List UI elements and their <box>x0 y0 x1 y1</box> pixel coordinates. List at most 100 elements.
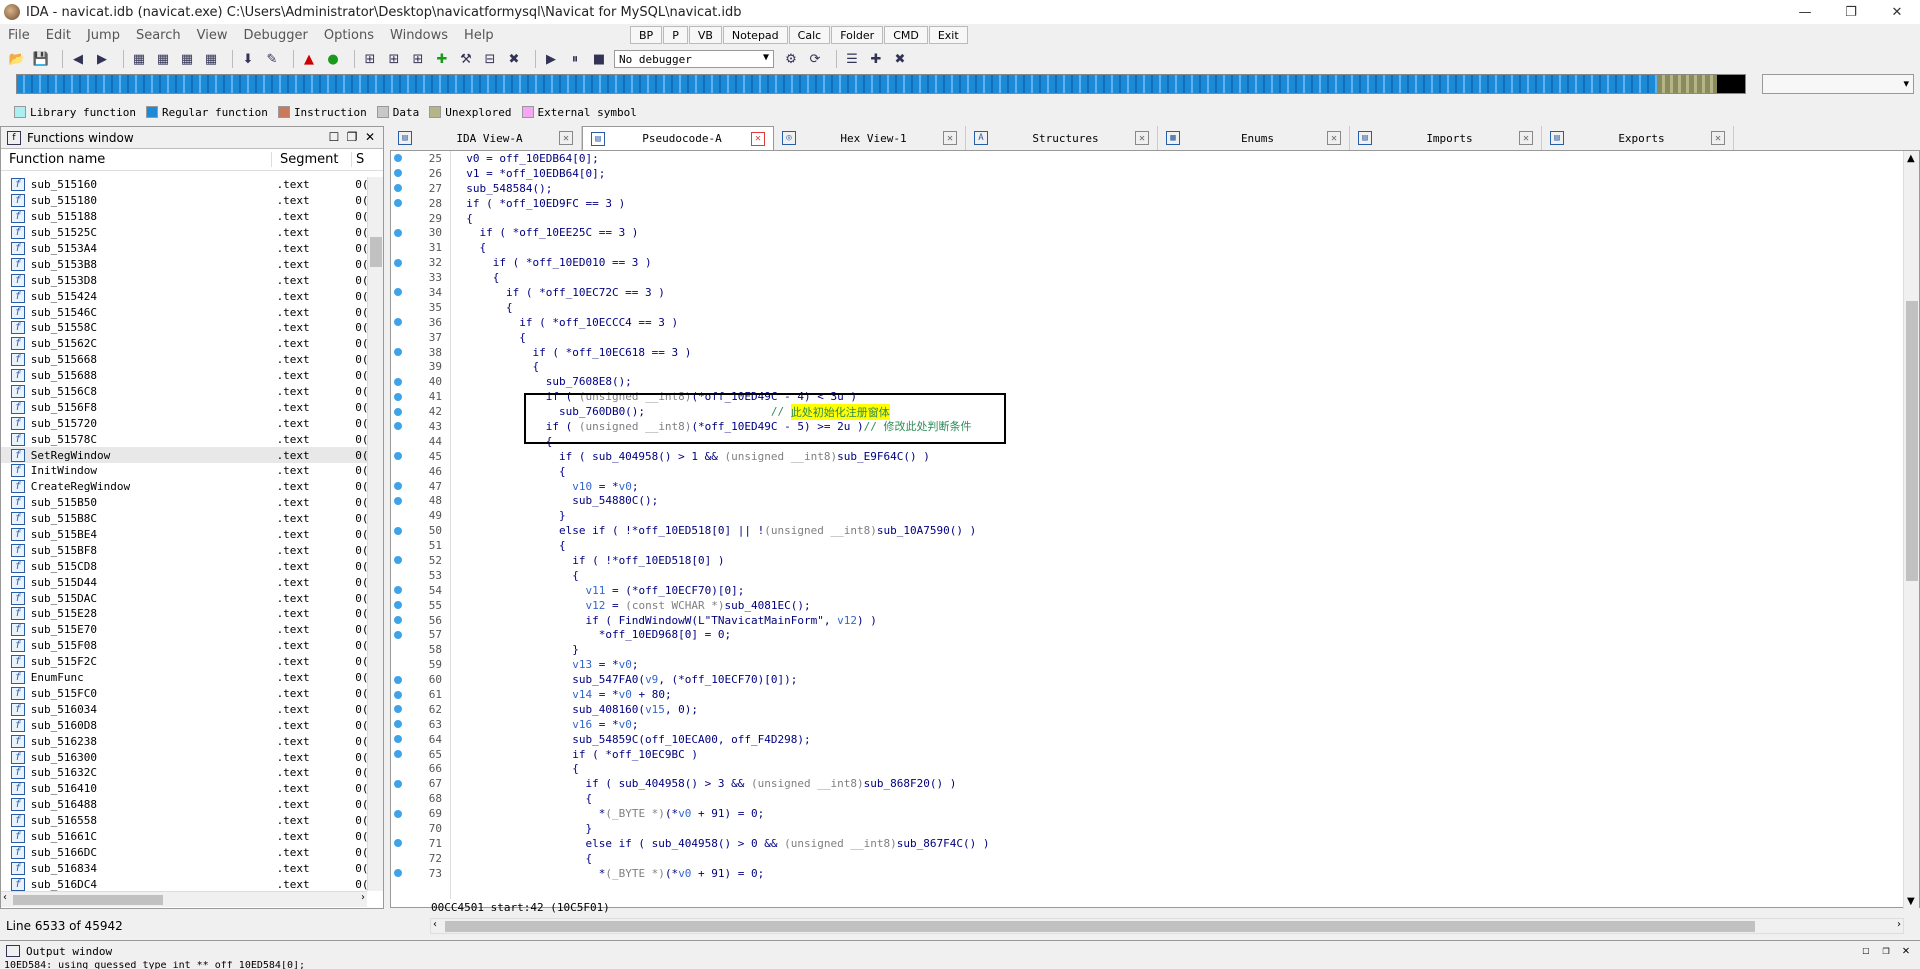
code-line[interactable]: *off_10ED968[0] = 0; <box>453 628 1893 643</box>
function-row[interactable]: f sub_516300 .text 0( <box>1 749 367 765</box>
scroll-right-icon[interactable]: › <box>361 892 365 903</box>
breakpoint-dot-icon[interactable] <box>394 705 402 714</box>
breakpoint-dot-icon[interactable] <box>394 169 402 178</box>
panel-restore-icon[interactable]: ☐ <box>1856 943 1876 957</box>
quick-cmd-button[interactable]: CMD <box>884 26 928 44</box>
function-row[interactable]: f sub_516488 .text 0( <box>1 797 367 813</box>
code-line[interactable]: sub_548584(); <box>453 181 1893 196</box>
breakpoint-dot-icon[interactable] <box>394 750 402 759</box>
code-line[interactable]: else if ( sub_404958() > 0 && (unsigned … <box>453 836 1893 851</box>
code-line[interactable]: { <box>453 330 1893 345</box>
stop-icon[interactable]: ■ <box>590 50 608 68</box>
breakpoint-gutter[interactable] <box>391 151 405 881</box>
breakpoint-dot-icon[interactable] <box>394 228 402 237</box>
call-graph-icon[interactable]: ⊞ <box>409 50 427 68</box>
code-line[interactable]: if ( *off_10ED9FC == 3 ) <box>453 196 1893 211</box>
functions-horizontal-scrollbar[interactable]: ‹ › <box>1 891 367 907</box>
function-row[interactable]: f sub_515688 .text 0( <box>1 368 367 384</box>
quick-notepad-button[interactable]: Notepad <box>722 26 788 44</box>
code-line[interactable]: { <box>453 434 1893 449</box>
function-row[interactable]: f sub_515BE4 .text 0( <box>1 527 367 543</box>
code-line[interactable]: if ( *off_10ED010 == 3 ) <box>453 255 1893 270</box>
function-row[interactable]: f sub_515BF8 .text 0( <box>1 542 367 558</box>
code-line[interactable]: { <box>453 538 1893 553</box>
function-row[interactable]: f sub_51546C .text 0( <box>1 304 367 320</box>
menu-edit[interactable]: Edit <box>38 28 79 43</box>
code-line[interactable]: { <box>453 300 1893 315</box>
tab-close-icon[interactable]: ✕ <box>559 131 573 145</box>
code-line[interactable]: { <box>453 270 1893 285</box>
breakpoint-dot-icon[interactable] <box>394 482 402 491</box>
code-line[interactable]: sub_760DB0(); // 此处初始化注册窗体 <box>453 403 1893 420</box>
back-arrow-icon[interactable]: ◀ <box>69 50 87 68</box>
breakpoint-dot-icon[interactable] <box>394 616 402 625</box>
function-row[interactable]: f sub_51661C .text 0( <box>1 829 367 845</box>
function-row[interactable]: f sub_5153D8 .text 0( <box>1 272 367 288</box>
menu-debugger[interactable]: Debugger <box>235 28 315 43</box>
breakpoint-dot-icon[interactable] <box>394 154 402 163</box>
save-icon[interactable]: 💾 <box>32 50 50 68</box>
tab-close-icon[interactable]: ✕ <box>1135 131 1149 145</box>
function-row[interactable]: f sub_516834 .text 0( <box>1 860 367 876</box>
delete-icon[interactable]: ✖ <box>505 50 523 68</box>
scrollbar-thumb[interactable] <box>13 895 163 905</box>
breakpoint-dot-icon[interactable] <box>394 735 402 744</box>
code-line[interactable]: v10 = * v0; <box>453 479 1893 494</box>
code-line[interactable]: { <box>453 851 1893 866</box>
breakpoint-dot-icon[interactable] <box>394 779 402 788</box>
code-line[interactable]: if ( sub_404958() > 1 && (unsigned __int… <box>453 449 1893 464</box>
code-line[interactable]: v14 = * v0 + 80; <box>453 687 1893 702</box>
mark-position-icon[interactable]: ✎ <box>263 50 281 68</box>
pseudocode-text[interactable]: v0 = off_10EDB64[0]; v1 = *off_10EDB64[0… <box>453 151 1893 881</box>
function-row[interactable]: f sub_515424 .text 0( <box>1 288 367 304</box>
quick-calc-button[interactable]: Calc <box>788 26 831 44</box>
forward-arrow-icon[interactable]: ▶ <box>93 50 111 68</box>
breakpoint-dot-icon[interactable] <box>394 690 402 699</box>
edit-icon[interactable]: ⊟ <box>481 50 499 68</box>
breakpoint-dot-icon[interactable] <box>394 258 402 267</box>
function-row[interactable]: f InitWindow .text 0( <box>1 463 367 479</box>
code-line[interactable]: { <box>453 791 1893 806</box>
function-row[interactable]: f sub_51558C .text 0( <box>1 320 367 336</box>
breakpoint-dot-icon[interactable] <box>394 556 402 565</box>
code-line[interactable]: v13 = * v0; <box>453 657 1893 672</box>
tab-imports[interactable]: ▤ Imports ✕ <box>1350 126 1542 150</box>
function-row[interactable]: f sub_5160D8 .text 0( <box>1 717 367 733</box>
code-line[interactable]: v16 = * v0; <box>453 717 1893 732</box>
panel-float-icon[interactable]: ❐ <box>1876 943 1896 957</box>
code-line[interactable]: if ( *off_10EC618 == 3 ) <box>453 345 1893 360</box>
close-button[interactable]: ✕ <box>1874 0 1920 24</box>
code-line[interactable]: v1 = *off_10EDB64[0]; <box>453 166 1893 181</box>
breakpoint-dot-icon[interactable] <box>394 809 402 818</box>
breakpoint-dot-icon[interactable] <box>394 377 402 386</box>
breakpoint-dot-icon[interactable] <box>394 720 402 729</box>
menu-options[interactable]: Options <box>316 28 382 43</box>
tab-close-icon[interactable]: ✕ <box>943 131 957 145</box>
function-row[interactable]: f sub_515720 .text 0( <box>1 415 367 431</box>
code-line[interactable]: v0 = off_10EDB64[0]; <box>453 151 1893 166</box>
function-row[interactable]: f sub_516034 .text 0( <box>1 701 367 717</box>
breakpoint-dot-icon[interactable] <box>394 407 402 416</box>
function-row[interactable]: f sub_5156C8 .text 0( <box>1 384 367 400</box>
code-line[interactable]: * (_BYTE *) (* v0 + 91) = 0; <box>453 806 1893 821</box>
scroll-up-icon[interactable]: ▲ <box>1907 153 1915 164</box>
menu-file[interactable]: File <box>0 28 38 43</box>
debug-options-icon[interactable]: ⚙ <box>782 50 800 68</box>
function-row[interactable]: f sub_515668 .text 0( <box>1 352 367 368</box>
breakpoint-dot-icon[interactable] <box>394 601 402 610</box>
pseudocode-vertical-scrollbar[interactable]: ▲ ▼ <box>1903 151 1919 909</box>
breakpoint-dot-icon[interactable] <box>394 526 402 535</box>
breakpoint-dot-icon[interactable] <box>394 496 402 505</box>
search-text-icon[interactable]: ▦ <box>154 50 172 68</box>
code-line[interactable]: sub_408160(v15, 0); <box>453 702 1893 717</box>
code-line[interactable]: { <box>453 762 1893 777</box>
column-segment[interactable]: Segment <box>271 152 351 167</box>
function-row[interactable]: f sub_516DC4 .text 0( <box>1 876 367 891</box>
menu-windows[interactable]: Windows <box>382 28 456 43</box>
function-row[interactable]: f SetRegWindow .text 0( <box>1 447 367 464</box>
tab-exports[interactable]: ▤ Exports ✕ <box>1542 126 1734 150</box>
navigation-band[interactable] <box>16 74 1746 94</box>
function-row[interactable]: f CreateRegWindow .text 0( <box>1 479 367 495</box>
attach-process-icon[interactable]: ⟳ <box>806 50 824 68</box>
quick-p-button[interactable]: P <box>663 26 688 44</box>
